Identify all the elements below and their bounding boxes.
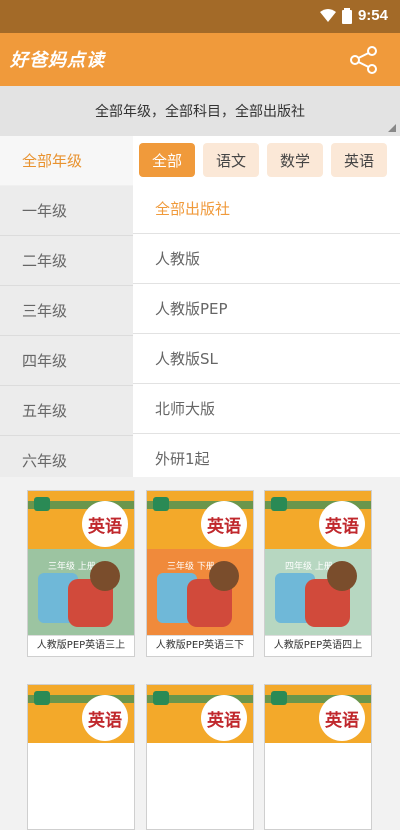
grade-label: 四年级	[22, 352, 68, 370]
publisher-item[interactable]: 人教版PEP	[133, 284, 400, 334]
grade-label: 三年级	[22, 302, 68, 320]
filter-summary-bar[interactable]: 全部年级，全部科目，全部出版社	[0, 86, 400, 137]
publisher-logo-icon	[34, 691, 50, 705]
publisher-label: 外研1起	[155, 450, 210, 468]
grade-label: 一年级	[22, 202, 68, 220]
publisher-item[interactable]: 人教版SL	[133, 334, 400, 384]
battery-icon	[341, 7, 352, 24]
book-card[interactable]: 英语	[27, 684, 135, 830]
book-cover: 英语 三年级 下册	[147, 491, 253, 635]
grade-list: 全部年级 一年级 二年级 三年级 四年级 五年级 六年级	[0, 136, 133, 486]
subject-tab[interactable]: 数学	[267, 143, 324, 177]
grade-label: 全部年级	[22, 152, 83, 170]
publisher-logo-icon	[34, 497, 50, 511]
grade-label: 五年级	[22, 402, 68, 420]
grade-item[interactable]: 一年级	[0, 186, 133, 236]
publisher-item[interactable]: 北师大版	[133, 384, 400, 434]
cover-title: 英语	[82, 695, 128, 741]
cover-art: 三年级 上册	[28, 549, 134, 635]
publisher-logo-icon	[153, 497, 169, 511]
book-grid: 英语 三年级 上册 人教版PEP英语三上 英语 三年级 下册 人教版PEP英语三…	[0, 477, 400, 830]
book-cover: 英语 三年级 上册	[28, 491, 134, 635]
publisher-item[interactable]: 人教版	[133, 234, 400, 284]
cover-title: 英语	[201, 695, 247, 741]
book-card[interactable]: 英语	[264, 684, 372, 830]
grade-item[interactable]: 五年级	[0, 386, 133, 436]
publisher-label: 人教版PEP	[155, 300, 228, 318]
book-cover: 英语	[28, 685, 134, 829]
book-card[interactable]: 英语 三年级 下册 人教版PEP英语三下	[146, 490, 254, 657]
share-icon[interactable]	[348, 44, 380, 76]
book-card[interactable]: 英语	[146, 684, 254, 830]
publisher-list: 全部出版社 人教版 人教版PEP 人教版SL 北师大版 外研1起	[133, 184, 400, 484]
dropdown-corner-icon	[388, 124, 396, 132]
filter-summary-text: 全部年级，全部科目，全部出版社	[95, 104, 305, 120]
publisher-logo-icon	[153, 691, 169, 705]
cover-grade-tag: 三年级 下册	[167, 562, 215, 572]
book-cover: 英语	[265, 685, 371, 829]
grade-item[interactable]: 三年级	[0, 286, 133, 336]
grade-item[interactable]: 全部年级	[0, 136, 133, 186]
subject-label: 英语	[344, 151, 375, 170]
publisher-logo-icon	[271, 497, 287, 511]
status-time: 9:54	[357, 7, 388, 24]
status-bar: 9:54	[0, 0, 400, 33]
publisher-label: 全部出版社	[155, 200, 231, 218]
cover-title: 英语	[82, 501, 128, 547]
publisher-item[interactable]: 全部出版社	[133, 184, 400, 234]
book-caption: 人教版PEP英语四上	[265, 635, 371, 656]
wifi-icon	[319, 8, 336, 22]
publisher-logo-icon	[271, 691, 287, 705]
publisher-label: 人教版SL	[155, 350, 218, 368]
subject-label: 数学	[280, 151, 311, 170]
subject-label: 语文	[216, 151, 247, 170]
book-caption: 人教版PEP英语三下	[147, 635, 253, 656]
book-card[interactable]: 英语 四年级 上册 人教版PEP英语四上	[264, 490, 372, 657]
cover-grade-tag: 三年级 上册	[48, 562, 96, 572]
grade-item[interactable]: 二年级	[0, 236, 133, 286]
app-title: 好爸妈点读	[10, 50, 105, 71]
book-cover: 英语	[147, 685, 253, 829]
subject-tab[interactable]: 英语	[331, 143, 388, 177]
cover-title: 英语	[319, 501, 365, 547]
subject-label: 全部	[152, 151, 183, 170]
book-cover: 英语 四年级 上册	[265, 491, 371, 635]
cover-title: 英语	[201, 501, 247, 547]
grade-label: 二年级	[22, 252, 68, 270]
app-bar: 好爸妈点读	[0, 33, 400, 86]
grade-item[interactable]: 四年级	[0, 336, 133, 386]
cover-grade-tag: 四年级 上册	[285, 562, 333, 572]
cover-title: 英语	[319, 695, 365, 741]
cover-art: 四年级 上册	[265, 549, 371, 635]
book-caption: 人教版PEP英语三上	[28, 635, 134, 656]
subject-tab[interactable]: 语文	[203, 143, 260, 177]
status-icons: 9:54	[319, 7, 388, 24]
cover-art: 三年级 下册	[147, 549, 253, 635]
grade-label: 六年级	[22, 452, 68, 470]
book-card[interactable]: 英语 三年级 上册 人教版PEP英语三上	[27, 490, 135, 657]
publisher-label: 人教版	[155, 250, 201, 268]
subject-tabs: 全部 语文 数学 英语	[133, 136, 400, 184]
subject-tab[interactable]: 全部	[139, 143, 196, 177]
publisher-label: 北师大版	[155, 400, 216, 418]
